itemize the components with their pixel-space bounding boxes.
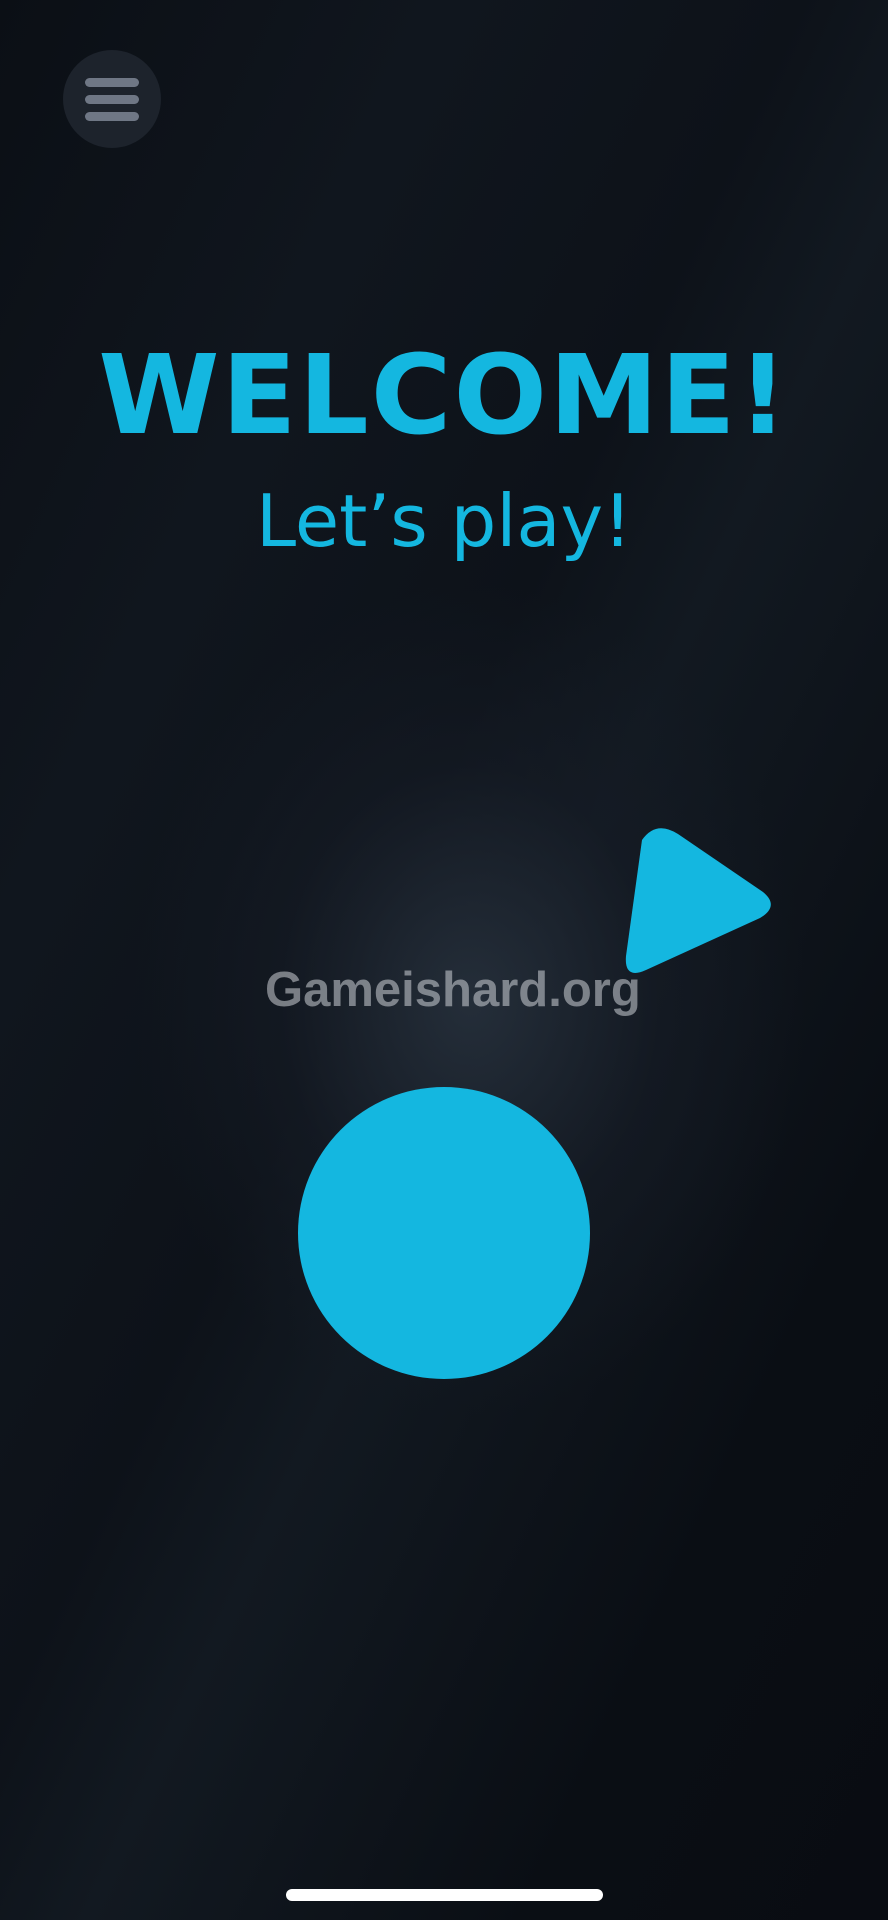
home-indicator[interactable] — [286, 1889, 603, 1901]
hamburger-menu-icon-bar-top — [85, 77, 139, 87]
welcome-title: WELCOME! — [98, 331, 790, 459]
watermark-text: Gameishard.org — [265, 963, 641, 1017]
welcome-subtitle: Let’s play! — [256, 479, 632, 563]
circle-shape[interactable] — [298, 1087, 590, 1379]
hamburger-menu-icon-bar-middle — [85, 94, 139, 104]
hamburger-menu-icon-bar-bottom — [85, 111, 139, 121]
play-triangle-shape — [625, 828, 771, 973]
menu-button[interactable] — [63, 50, 161, 148]
play-triangle-icon[interactable] — [618, 822, 776, 984]
